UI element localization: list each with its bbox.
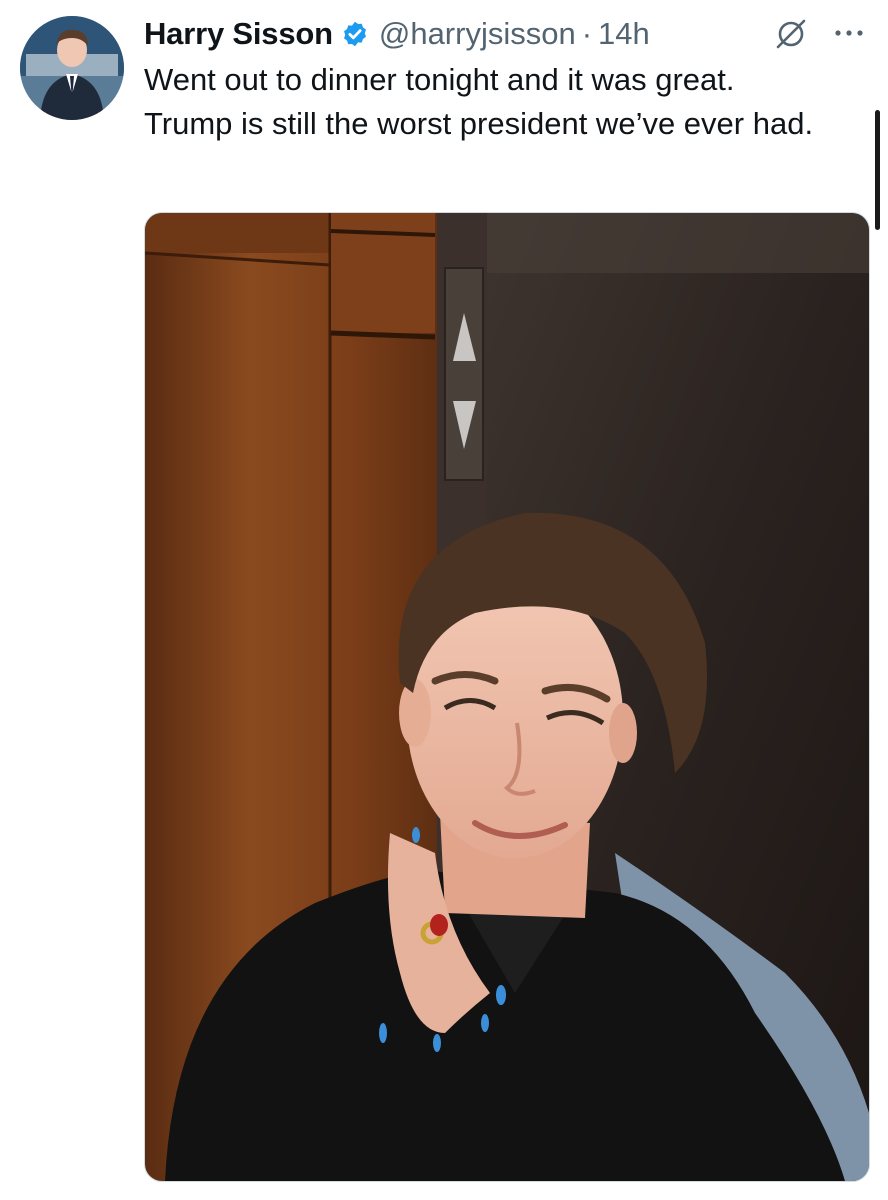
timestamp[interactable]: 14h xyxy=(598,16,650,52)
author-name[interactable]: Harry Sisson xyxy=(144,16,333,52)
tweet-photo[interactable] xyxy=(144,212,870,1182)
more-options-icon[interactable] xyxy=(832,20,866,46)
grok-icon[interactable] xyxy=(774,17,808,51)
scrollbar[interactable] xyxy=(875,110,880,230)
separator-dot: · xyxy=(581,16,593,51)
author-handle[interactable]: @harryjsisson xyxy=(379,16,576,52)
tweet-text: Went out to dinner tonight and it was gr… xyxy=(144,62,814,141)
tweet-header: Harry Sisson @harryjsisson · 14h xyxy=(144,14,650,54)
avatar[interactable] xyxy=(20,16,124,120)
verified-badge-icon xyxy=(341,20,369,48)
tweet[interactable]: Harry Sisson @harryjsisson · 14h Went ou… xyxy=(0,0,888,1200)
